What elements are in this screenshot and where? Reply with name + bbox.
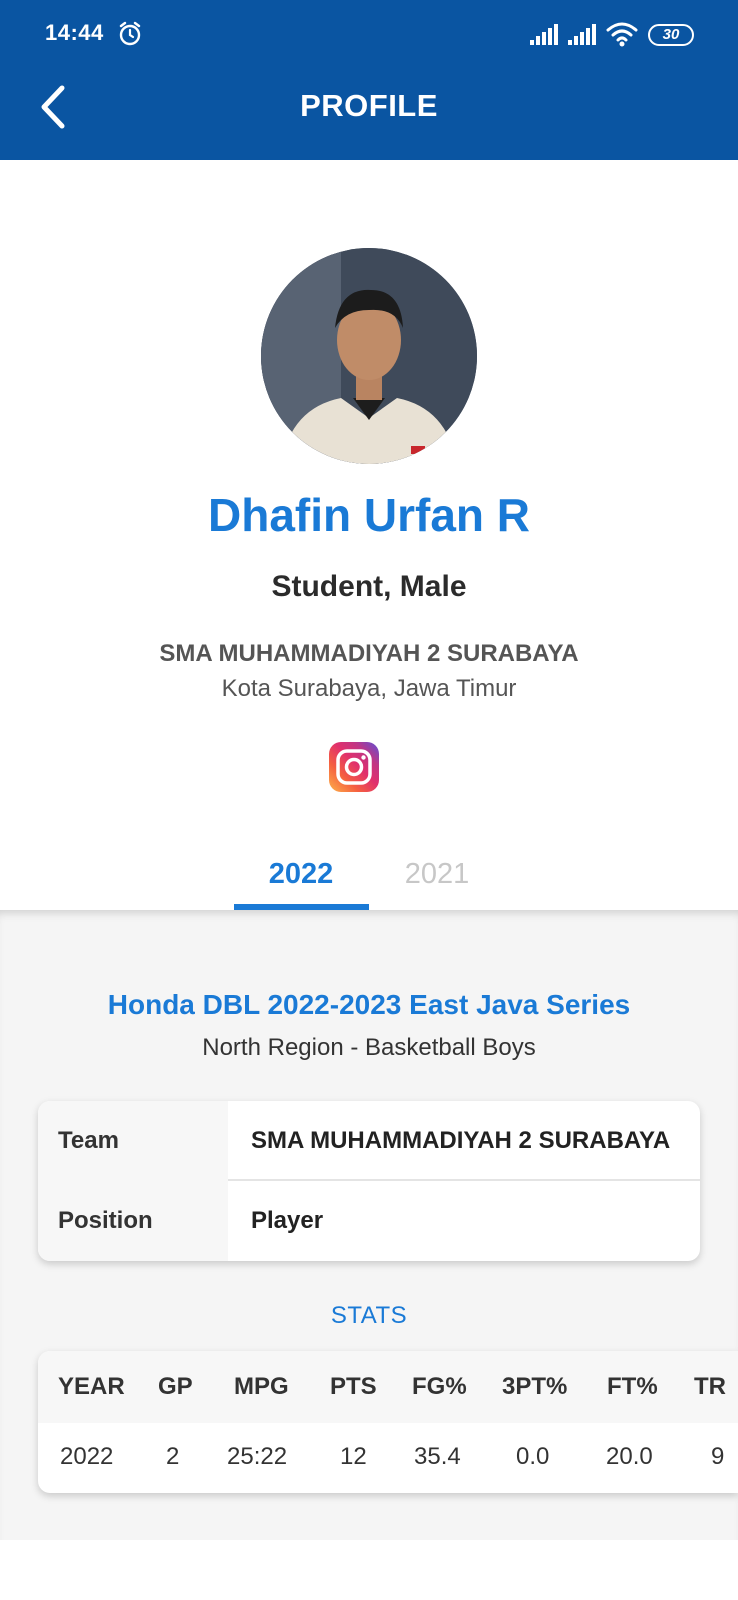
info-card: Team SMA MUHAMMADIYAH 2 SURABAYA Positio…	[38, 1101, 700, 1261]
stats-column-header: 3PT%	[502, 1373, 568, 1400]
info-label: Position	[38, 1181, 228, 1261]
tab-2022[interactable]: 2022	[234, 858, 368, 891]
signal-icon-2	[568, 24, 596, 45]
status-time: 14:44	[45, 20, 104, 45]
alarm-icon	[119, 21, 141, 46]
wifi-icon	[606, 22, 638, 47]
avatar-photo	[261, 248, 477, 464]
stats-column-header: YEAR	[58, 1373, 125, 1400]
signal-icon	[530, 24, 558, 45]
profile-subtitle: Student, Male	[271, 570, 467, 603]
stats-header-row: YEAR GP MPG PTS FG% 3PT% FT% TR	[38, 1351, 738, 1423]
stats-column-header: FG%	[412, 1373, 467, 1400]
stats-column-header: MPG	[234, 1373, 289, 1400]
stats-cell: 35.4	[414, 1443, 461, 1470]
avatar	[261, 248, 477, 464]
stats-column-header: FT%	[607, 1373, 658, 1400]
info-row-position: Position Player	[38, 1181, 700, 1261]
info-row-team: Team SMA MUHAMMADIYAH 2 SURABAYA	[38, 1101, 700, 1181]
battery-indicator: 30	[648, 24, 694, 46]
tab-2021[interactable]: 2021	[370, 858, 504, 891]
stats-cell: 2	[166, 1443, 180, 1470]
app-header: 14:44 30 PROFILE	[0, 0, 738, 160]
stats-column-header: GP	[158, 1373, 193, 1400]
instagram-icon[interactable]	[329, 742, 379, 792]
page-title: PROFILE	[300, 88, 438, 123]
event-title: Honda DBL 2022-2023 East Java Series	[107, 989, 631, 1020]
status-bar: 14:44 30	[0, 0, 738, 68]
stats-heading: STATS	[330, 1302, 408, 1329]
info-value: Player	[251, 1207, 324, 1234]
stats-cell: 2022	[60, 1443, 114, 1470]
stats-column-header: PTS	[330, 1373, 377, 1400]
event-subtitle: North Region - Basketball Boys	[202, 1034, 536, 1061]
stats-column-header: TR	[694, 1373, 726, 1400]
stats-cell: 12	[340, 1443, 367, 1470]
stats-cell: 0.0	[516, 1443, 550, 1470]
stats-cell: 25:22	[227, 1443, 288, 1470]
table-row: 2022 2 25:22 12 35.4 0.0 20.0 9	[38, 1423, 738, 1493]
info-label: Team	[38, 1101, 228, 1181]
stats-cell: 20.0	[606, 1443, 653, 1470]
profile-school: SMA MUHAMMADIYAH 2 SURABAYA	[159, 640, 579, 667]
info-value: SMA MUHAMMADIYAH 2 SURABAYA	[251, 1127, 671, 1154]
stats-table[interactable]: YEAR GP MPG PTS FG% 3PT% FT% TR 2022 2 2…	[38, 1351, 738, 1493]
profile-name: Dhafin Urfan R	[208, 489, 530, 541]
stats-cell: 9	[711, 1443, 725, 1470]
profile-location: Kota Surabaya, Jawa Timur	[221, 675, 517, 702]
